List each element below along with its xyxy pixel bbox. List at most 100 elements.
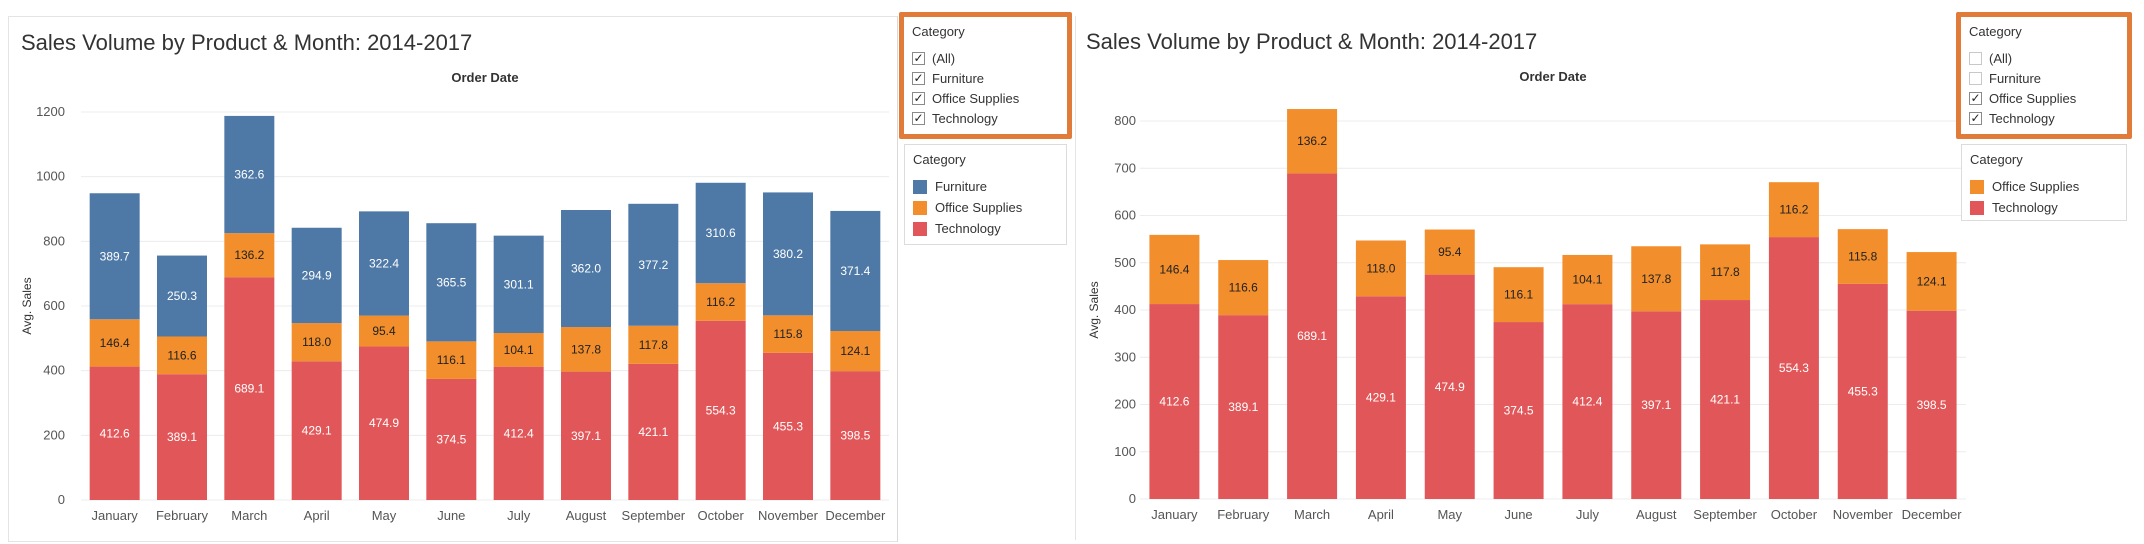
bar-value-label: 124.1	[840, 344, 870, 358]
bar-value-label: 301.1	[504, 277, 534, 291]
bar-value-label: 398.5	[840, 429, 870, 443]
checkbox-unchecked-icon[interactable]	[1969, 71, 1982, 85]
filter-option-label: Furniture	[1989, 70, 2042, 86]
bar-value-label: 377.2	[638, 258, 668, 272]
bar-value-label: 389.1	[1228, 400, 1258, 414]
bar-value-label: 397.1	[1641, 398, 1671, 412]
x-tick-label: May	[372, 508, 397, 523]
y-tick-label: 400	[1114, 302, 1136, 317]
filter-option-furniture[interactable]: Furniture	[1961, 68, 2127, 88]
filter-option-label: Office Supplies	[1989, 90, 2077, 106]
bar-value-label: 429.1	[1366, 391, 1396, 405]
legend-item-office-supplies[interactable]: Office Supplies	[905, 197, 1066, 218]
bar-value-label: 146.4	[1159, 262, 1189, 276]
x-tick-label: November	[758, 508, 819, 523]
filter-option-office-supplies[interactable]: ✓ Office Supplies	[904, 88, 1067, 108]
legend-label: Furniture	[935, 179, 988, 194]
legend-swatch	[913, 200, 927, 215]
stacked-bar-chart-all: Order Date Avg. Sales 0 200 400 600 800 1000 120…	[20, 70, 889, 523]
checkbox-checked-icon[interactable]: ✓	[912, 51, 925, 65]
bar-value-label: 116.2	[706, 295, 735, 309]
x-tick-label: April	[1368, 507, 1394, 522]
checkbox-checked-icon[interactable]: ✓	[1969, 91, 1982, 105]
y-tick-label: 0	[1129, 491, 1136, 506]
filter-option-technology[interactable]: ✓ Technology	[1961, 108, 2127, 128]
x-tick-label: August	[566, 508, 607, 523]
bar-value-label: 136.2	[1297, 134, 1327, 148]
legend-item-technology[interactable]: Technology	[905, 218, 1066, 239]
bar-value-label: 474.9	[1435, 380, 1465, 394]
bar-value-label: 374.5	[1504, 404, 1534, 418]
legend-item-furniture[interactable]: Furniture	[905, 176, 1066, 197]
bar-value-label: 118.0	[1366, 261, 1395, 275]
column-header: Order Date	[451, 70, 518, 85]
bar-value-label: 554.3	[1779, 361, 1809, 375]
filter-option-label: Office Supplies	[932, 90, 1020, 106]
legend-label: Technology	[1992, 200, 2058, 215]
bar-value-label: 95.4	[1438, 245, 1462, 259]
filter-option-label: (All)	[1989, 50, 2013, 66]
filter-option-label: Technology	[932, 110, 998, 126]
y-tick-label: 700	[1114, 160, 1136, 175]
x-tick-label: September	[622, 508, 686, 523]
filter-option-furniture[interactable]: ✓ Furniture	[904, 68, 1067, 88]
bar-value-label: 455.3	[1848, 384, 1878, 398]
filter-option-technology[interactable]: ✓ Technology	[904, 108, 1067, 128]
y-tick-label: 200	[1114, 397, 1136, 412]
filter-option-office-supplies[interactable]: ✓ Office Supplies	[1961, 88, 2127, 108]
bar-value-label: 362.0	[571, 262, 601, 276]
x-tick-label: September	[1693, 507, 1757, 522]
bar-value-label: 116.2	[1779, 203, 1808, 217]
bar-value-label: 124.1	[1917, 274, 1947, 288]
bar-value-label: 474.9	[369, 416, 399, 430]
bar-value-label: 250.3	[167, 289, 197, 303]
x-tick-label: December	[825, 508, 886, 523]
bar-value-label: 554.3	[706, 403, 736, 417]
bar-value-label: 371.4	[840, 264, 870, 278]
legend-title: Category	[1970, 152, 2023, 167]
bar-value-label: 117.8	[639, 338, 668, 352]
bar-value-label: 398.5	[1917, 398, 1947, 412]
x-tick-label: January	[1151, 507, 1198, 522]
stacked-bar-chart-filtered: Order Date Avg. Sales 0 100 200 300 400 500 600 7…	[1087, 69, 1966, 522]
y-tick-label: 800	[1114, 113, 1136, 128]
y-tick-label: 1000	[36, 169, 65, 184]
checkbox-checked-icon[interactable]: ✓	[912, 111, 925, 125]
dashboard-panel-all: Sales Volume by Product & Month: 2014-20…	[8, 16, 898, 542]
x-tick-label: February	[156, 508, 209, 523]
filter-option-label: (All)	[932, 50, 956, 66]
checkbox-checked-icon[interactable]: ✓	[912, 71, 925, 85]
x-tick-label: October	[1771, 507, 1818, 522]
bar-value-label: 689.1	[1297, 329, 1327, 343]
column-header: Order Date	[1519, 69, 1586, 84]
x-tick-label: January	[92, 508, 139, 523]
bar-value-label: 116.6	[167, 348, 196, 362]
y-tick-label: 600	[1114, 208, 1136, 223]
y-tick-label: 200	[43, 427, 65, 442]
bar-value-label: 397.1	[571, 429, 601, 443]
filter-option-all[interactable]: (All)	[1961, 48, 2127, 68]
legend-item-office-supplies[interactable]: Office Supplies	[1962, 176, 2126, 197]
bar-value-label: 104.1	[504, 343, 534, 357]
x-tick-label: October	[698, 508, 745, 523]
bar-value-label: 421.1	[638, 425, 668, 439]
checkbox-unchecked-icon[interactable]	[1969, 51, 1982, 65]
category-legend-filtered: Category Office Supplies Technology	[1961, 144, 2127, 221]
y-tick-label: 400	[43, 363, 65, 378]
bar-value-label: 689.1	[234, 382, 264, 396]
filter-option-all[interactable]: ✓ (All)	[904, 48, 1067, 68]
bar-value-label: 118.0	[302, 335, 331, 349]
x-tick-label: March	[231, 508, 267, 523]
bar-value-label: 455.3	[773, 419, 803, 433]
bar-value-label: 421.1	[1710, 393, 1740, 407]
category-filter-all: Category ✓ (All) ✓ Furniture ✓ Office Supplie…	[899, 12, 1072, 139]
bar-value-label: 374.5	[436, 432, 466, 446]
filter-title: Category	[912, 24, 965, 39]
checkbox-checked-icon[interactable]: ✓	[1969, 111, 1982, 125]
checkbox-checked-icon[interactable]: ✓	[912, 91, 925, 105]
y-tick-label: 100	[1114, 444, 1136, 459]
bar-value-label: 146.4	[100, 336, 130, 350]
legend-item-technology[interactable]: Technology	[1962, 197, 2126, 218]
x-tick-label: March	[1294, 507, 1330, 522]
bar-value-label: 412.6	[100, 426, 130, 440]
